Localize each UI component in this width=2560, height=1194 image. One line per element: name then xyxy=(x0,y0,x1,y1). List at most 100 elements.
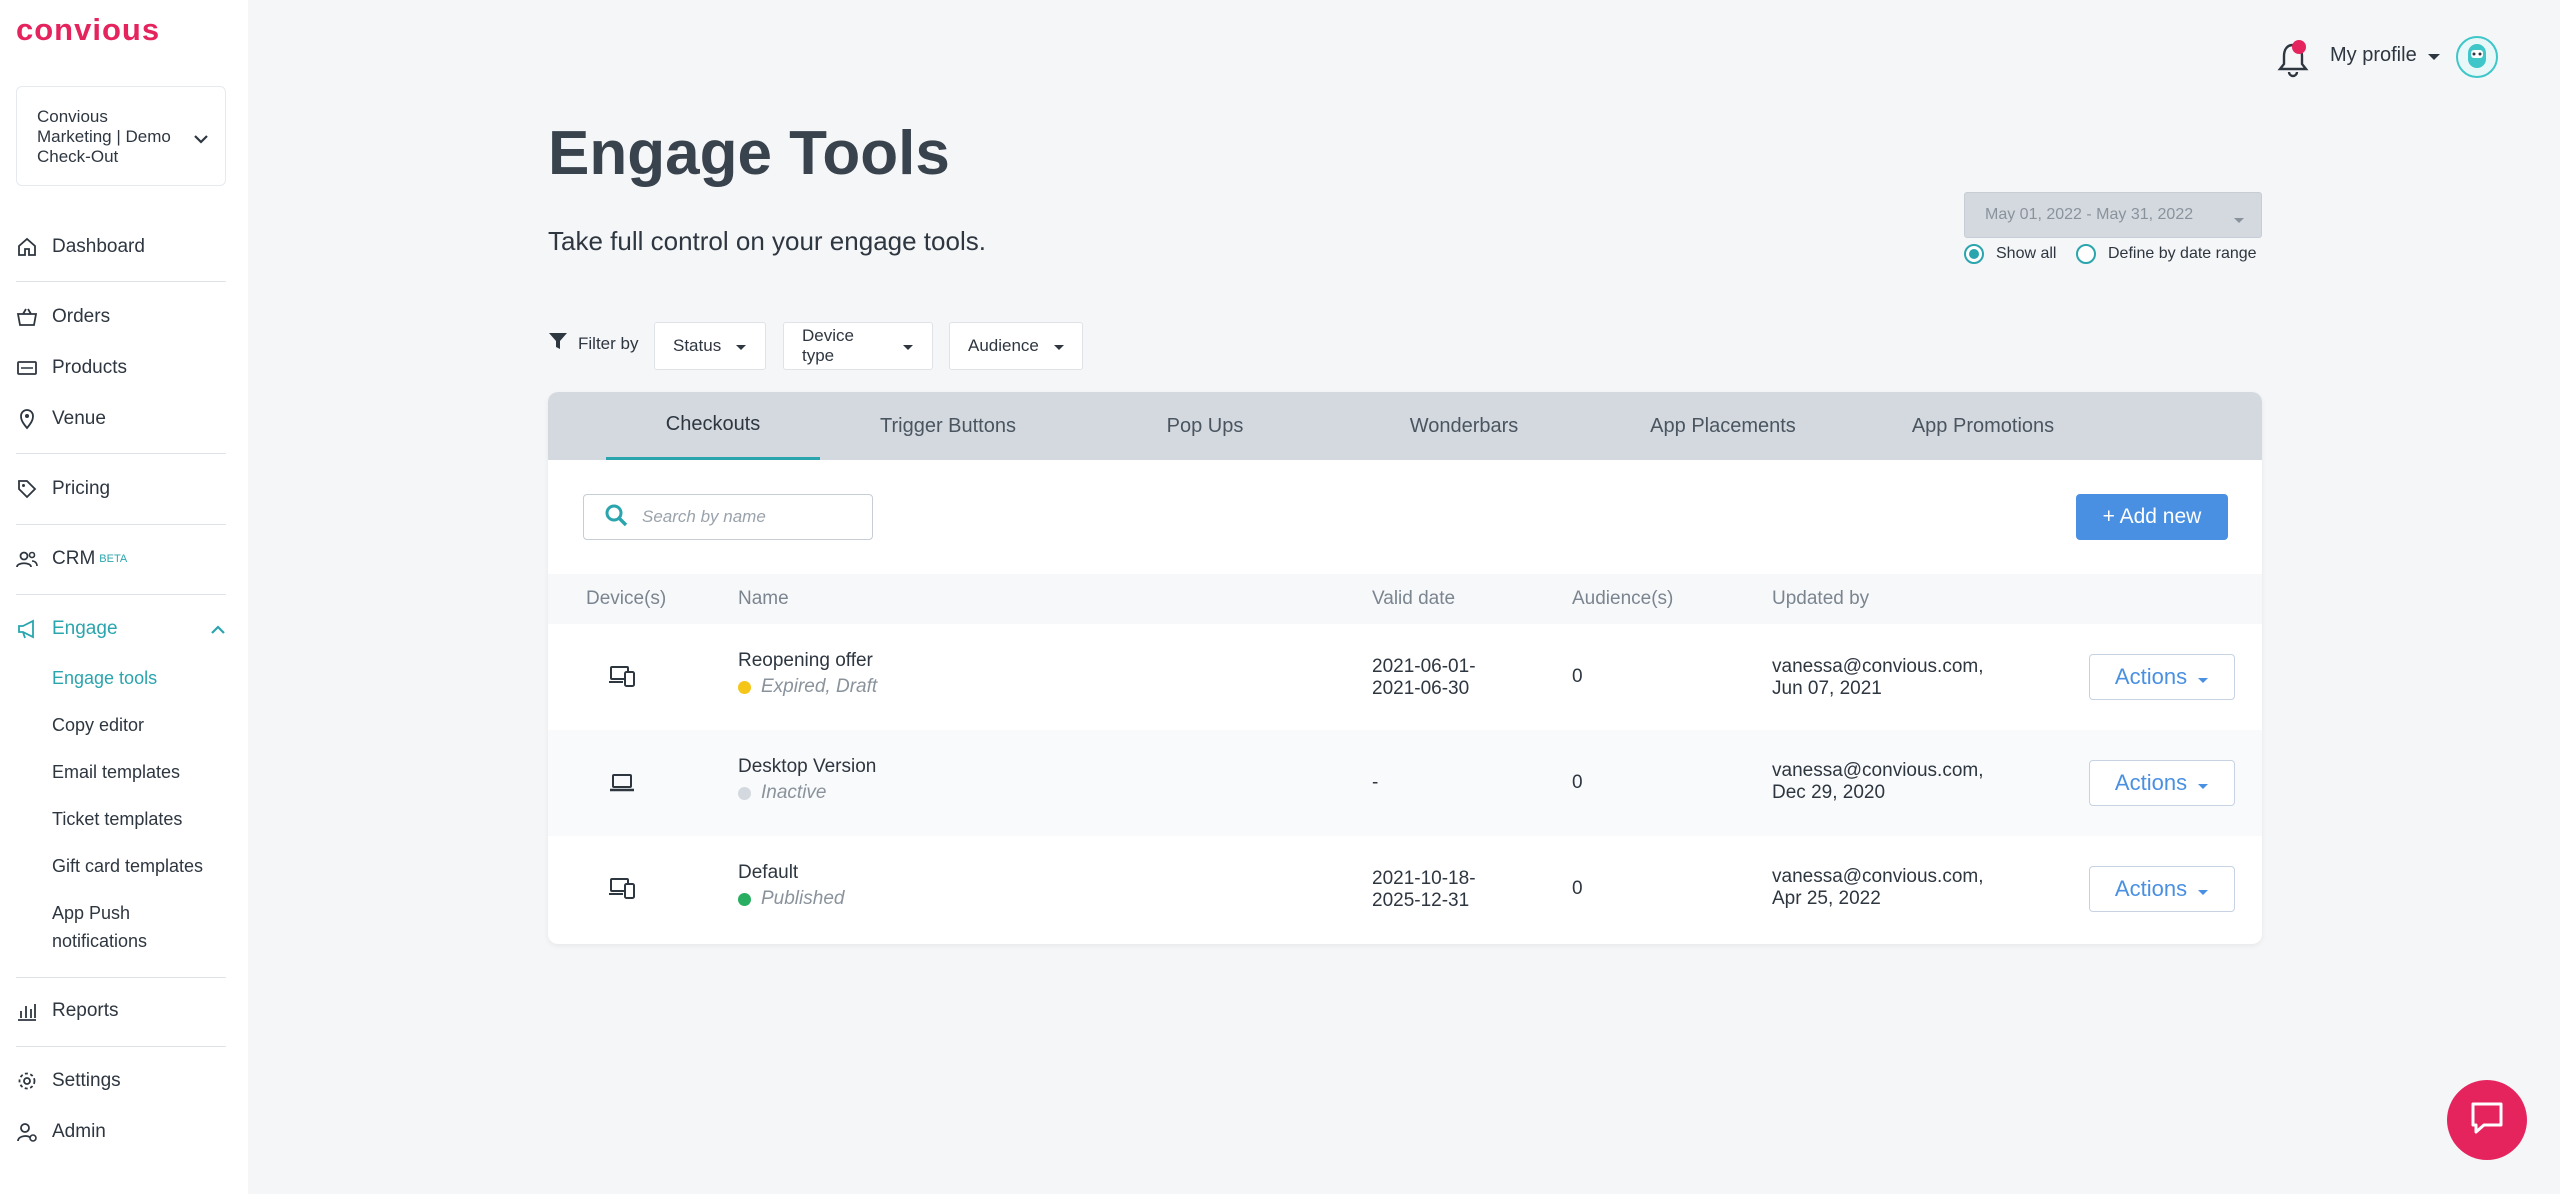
nav-venue[interactable]: Venue xyxy=(16,404,106,434)
updated-by-email: vanessa@convious.com, xyxy=(1772,760,1984,781)
row-name: Reopening offer xyxy=(738,650,873,671)
nav-orders[interactable]: Orders xyxy=(16,302,110,332)
valid-date-cell: - xyxy=(1372,772,1378,794)
radio-define-date-range[interactable]: Define by date range xyxy=(2076,244,2257,264)
table-header: Device(s) Name Valid date Audience(s) Up… xyxy=(548,574,2262,624)
nav-divider xyxy=(16,594,226,595)
tab-checkouts[interactable]: Checkouts xyxy=(606,392,820,460)
updated-by-date: Jun 07, 2021 xyxy=(1772,678,1882,699)
caret-down-icon xyxy=(735,336,747,356)
column-header-name[interactable]: Name xyxy=(738,588,789,610)
status-dot xyxy=(738,892,751,906)
tab-pop-ups[interactable]: Pop Ups xyxy=(1100,392,1310,460)
tab-app-promotions[interactable]: App Promotions xyxy=(1872,392,2094,460)
filter-label-text: Filter by xyxy=(578,333,639,353)
radio-button-checked[interactable] xyxy=(1964,244,1984,264)
nav-pricing[interactable]: Pricing xyxy=(16,474,110,504)
caret-down-icon xyxy=(2233,211,2245,229)
subnav-ticket-templates[interactable]: Ticket templates xyxy=(52,805,182,833)
status-dot xyxy=(738,786,751,800)
radio-button[interactable] xyxy=(2076,244,2096,264)
filter-audience-dropdown[interactable]: Audience xyxy=(949,322,1083,370)
chevron-up-icon[interactable] xyxy=(210,622,226,640)
subnav-gift-card-templates[interactable]: Gift card templates xyxy=(52,852,203,880)
laptop-icon xyxy=(608,772,636,799)
nav-divider xyxy=(16,281,226,282)
nav-dashboard-label: Dashboard xyxy=(52,236,145,257)
tab-trigger-buttons[interactable]: Trigger Buttons xyxy=(840,392,1056,460)
filter-device-type-label: Device type xyxy=(802,326,854,365)
column-header-updated-by[interactable]: Updated by xyxy=(1772,588,1869,610)
nav-dashboard[interactable]: Dashboard xyxy=(16,232,145,262)
column-header-valid-date[interactable]: Valid date xyxy=(1372,588,1455,610)
avatar[interactable] xyxy=(2456,36,2498,78)
updated-by-date: Dec 29, 2020 xyxy=(1772,782,1886,803)
nav-divider xyxy=(16,453,226,454)
status-badge: Published xyxy=(738,888,844,910)
tab-wonderbars[interactable]: Wonderbars xyxy=(1358,392,1570,460)
nav-pricing-label: Pricing xyxy=(52,478,111,499)
nav-engage[interactable]: Engage xyxy=(16,614,118,644)
filter-status-dropdown[interactable]: Status xyxy=(654,322,766,370)
user-gear-icon xyxy=(16,1121,38,1143)
subnav-copy-editor[interactable]: Copy editor xyxy=(52,711,144,739)
radio-show-all[interactable]: Show all xyxy=(1964,244,2056,264)
tag-icon xyxy=(16,478,38,500)
actions-label: Actions xyxy=(2114,770,2188,795)
nav-crm[interactable]: CRM BETA xyxy=(16,544,127,574)
nav-reports[interactable]: Reports xyxy=(16,996,119,1026)
profile-label: My profile xyxy=(2330,44,2417,66)
add-new-button[interactable]: + Add new xyxy=(2076,494,2228,540)
actions-dropdown-button[interactable]: Actions xyxy=(2089,760,2235,806)
nav-products-label: Products xyxy=(52,357,127,378)
subnav-email-templates[interactable]: Email templates xyxy=(52,758,180,786)
megaphone-icon xyxy=(16,618,38,640)
nav-orders-label: Orders xyxy=(52,306,111,327)
nav-admin[interactable]: Admin xyxy=(16,1117,106,1147)
updated-by-email: vanessa@convious.com, xyxy=(1772,866,1984,887)
valid-date-cell: 2021-10-18- 2025-12-31 xyxy=(1372,868,1476,912)
nav-divider xyxy=(16,524,226,525)
status-badge: Expired, Draft xyxy=(738,676,877,698)
column-header-devices[interactable]: Device(s) xyxy=(586,588,666,610)
caret-down-icon xyxy=(1053,336,1065,356)
chat-bubble-icon xyxy=(2468,1100,2506,1141)
filter-device-type-dropdown[interactable]: Device type xyxy=(783,322,933,370)
brand-logo[interactable]: convious xyxy=(16,12,160,48)
tab-app-placements[interactable]: App Placements xyxy=(1616,392,1830,460)
updated-by-cell: vanessa@convious.com, Jun 07, 2021 xyxy=(1772,656,1984,700)
valid-date-end: 2025-12-31 xyxy=(1372,890,1470,911)
chevron-down-icon xyxy=(193,129,209,149)
table-row[interactable]: Default Published 2021-10-18- 2025-12-31… xyxy=(548,836,2262,942)
column-header-audiences[interactable]: Audience(s) xyxy=(1572,588,1673,610)
subnav-app-push-notifications[interactable]: App Push notifications xyxy=(52,899,147,955)
actions-dropdown-button[interactable]: Actions xyxy=(2089,866,2235,912)
status-badge: Inactive xyxy=(738,782,876,804)
chat-support-button[interactable] xyxy=(2447,1080,2527,1160)
table-row[interactable]: Reopening offer Expired, Draft 2021-06-0… xyxy=(548,624,2262,730)
beta-badge: BETA xyxy=(99,553,128,565)
subnav-app-push-line1: App Push xyxy=(52,903,131,923)
date-range-select[interactable]: May 01, 2022 - May 31, 2022 xyxy=(1964,192,2262,238)
table-row[interactable]: Desktop Version Inactive - 0 vanessa@con… xyxy=(548,730,2262,836)
audiences-cell: 0 xyxy=(1572,772,1583,793)
multi-device-icon xyxy=(608,876,636,905)
nav-settings[interactable]: Settings xyxy=(16,1066,121,1096)
notification-indicator xyxy=(2292,40,2306,54)
location-pin-icon xyxy=(16,408,38,430)
home-icon xyxy=(16,236,38,258)
subnav-engage-tools[interactable]: Engage tools xyxy=(52,664,157,692)
nav-divider xyxy=(16,1046,226,1047)
page-subtitle: Take full control on your engage tools. xyxy=(548,226,986,256)
profile-menu[interactable]: My profile xyxy=(2330,44,2441,67)
engage-tools-card: Checkouts Trigger Buttons Pop Ups Wonder… xyxy=(548,392,2262,944)
account-selector[interactable]: Convious Marketing | Demo Check-Out xyxy=(16,86,226,186)
nav-venue-label: Venue xyxy=(52,408,106,429)
search-input[interactable]: Search by name xyxy=(583,494,873,540)
nav-products[interactable]: Products xyxy=(16,353,127,383)
nav-reports-label: Reports xyxy=(52,1000,119,1021)
search-placeholder: Search by name xyxy=(642,507,766,526)
row-name-cell: Reopening offer Expired, Draft xyxy=(738,650,877,698)
actions-dropdown-button[interactable]: Actions xyxy=(2089,654,2235,700)
radio-define-label: Define by date range xyxy=(2108,245,2257,262)
